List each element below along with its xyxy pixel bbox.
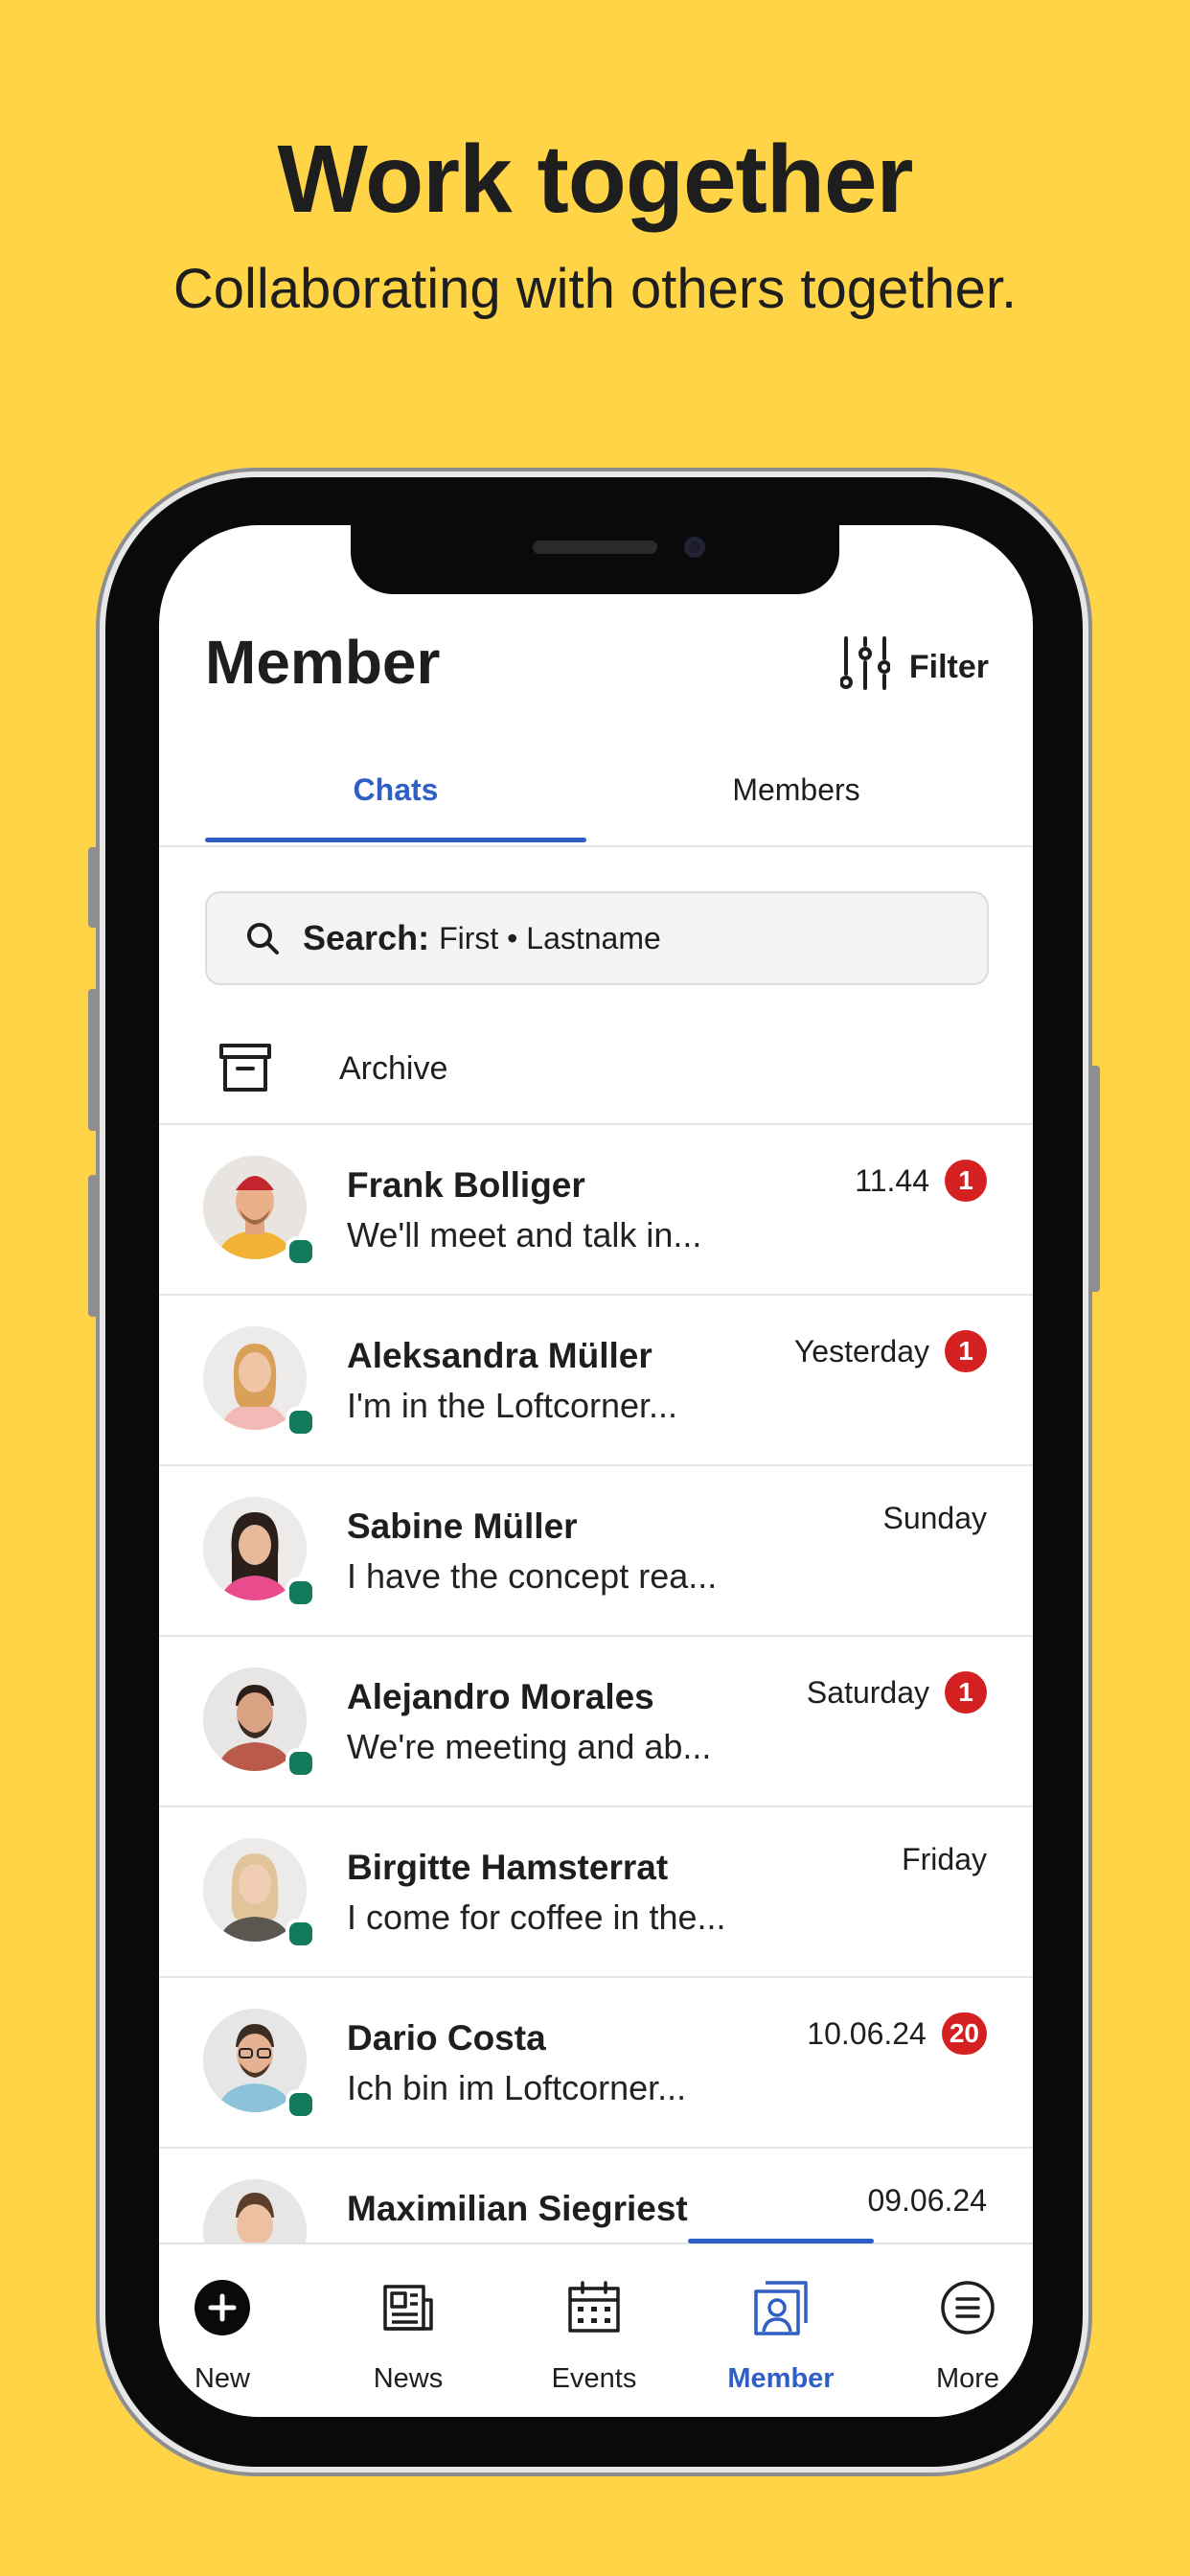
app-screen: Member Filter Chats Members Search: Firs… (159, 525, 1033, 2417)
filter-label: Filter (908, 648, 989, 685)
search-icon (243, 919, 282, 957)
page-title: Member (205, 628, 441, 697)
search-input[interactable]: Search: First • Lastname (205, 891, 989, 985)
search-label: Search: (303, 918, 430, 957)
chat-name: Dario Costa (347, 2018, 546, 2058)
phone-power-button (1090, 1066, 1100, 1292)
online-status-dot (286, 1748, 316, 1779)
members-icon (752, 2279, 810, 2341)
bottom-navigation: New News Events Member More (159, 2239, 1033, 2417)
tab-chats[interactable]: Chats (205, 734, 586, 845)
phone-volume-down-button (88, 1175, 98, 1317)
nav-new[interactable]: New (159, 2244, 309, 2417)
chat-row[interactable]: Alejandro Morales We're meeting and ab..… (159, 1637, 1033, 1807)
hero-subtitle: Collaborating with others together. (172, 258, 1018, 320)
chat-preview: Ich bin im Loftcorner... (347, 2068, 687, 2107)
chat-name: Alejandro Morales (347, 1677, 654, 1716)
chat-time: Saturday (806, 1674, 929, 1710)
unread-badge: 1 (945, 1160, 987, 1202)
sliders-icon (838, 635, 891, 700)
chat-name: Birgitte Hamsterrat (347, 1848, 669, 1887)
phone-volume-up-button (88, 989, 98, 1131)
chat-time: 11.44 (855, 1162, 929, 1198)
active-nav-indicator (688, 2239, 874, 2243)
online-status-dot (286, 1919, 316, 1949)
nav-more[interactable]: More (881, 2244, 1033, 2417)
chat-time: 09.06.24 (867, 2183, 987, 2218)
unread-badge: 1 (945, 1330, 987, 1372)
online-status-dot (286, 1577, 316, 1608)
newspaper-icon (379, 2279, 437, 2341)
archive-row[interactable]: Archive (159, 1016, 1033, 1125)
online-status-dot (286, 2089, 316, 2120)
search-placeholder: First • Lastname (439, 920, 661, 955)
chat-time: Friday (902, 1842, 987, 1876)
phone-side-button (88, 847, 98, 928)
filter-button[interactable]: Filter (838, 635, 989, 696)
tab-bar: Chats Members (159, 734, 1033, 847)
active-tab-indicator (205, 838, 586, 842)
online-status-dot (286, 1236, 316, 1267)
menu-circle-icon (939, 2279, 996, 2341)
chat-name: Frank Bolliger (347, 1165, 585, 1205)
plus-circle-icon (194, 2279, 251, 2341)
nav-label: Events (551, 2363, 637, 2394)
unread-badge: 20 (941, 2012, 987, 2055)
archive-label: Archive (339, 1050, 448, 1087)
chat-preview: We'll meet and talk in... (347, 1215, 702, 1254)
chat-name: Sabine Müller (347, 1506, 578, 1546)
unread-badge: 1 (945, 1671, 987, 1714)
nav-label: News (373, 2363, 444, 2394)
chat-row[interactable]: Birgitte Hamsterrat I come for coffee in… (159, 1807, 1033, 1978)
nav-events[interactable]: Events (508, 2244, 680, 2417)
chat-row[interactable]: Aleksandra Müller I'm in the Loftcorner.… (159, 1296, 1033, 1466)
chat-name: Maximilian Siegriest (347, 2189, 688, 2228)
chat-time: 10.06.24 (807, 2015, 927, 2051)
nav-news[interactable]: News (322, 2244, 494, 2417)
chat-row[interactable]: Sabine Müller I have the concept rea... … (159, 1466, 1033, 1637)
chat-time: Sunday (882, 1501, 987, 1535)
nav-label: More (935, 2363, 1000, 2394)
chat-preview: We're meeting and ab... (347, 1727, 712, 1766)
chat-row[interactable]: Dario Costa Ich bin im Loftcorner... 10.… (159, 1978, 1033, 2149)
chat-preview: I have the concept rea... (347, 1556, 718, 1596)
phone-notch (351, 525, 839, 594)
chat-preview: I come for coffee in the... (347, 1898, 726, 1937)
chat-time: Yesterday (793, 1333, 929, 1368)
nav-member[interactable]: Member (695, 2244, 867, 2417)
chat-list: Frank Bolliger We'll meet and talk in...… (159, 1125, 1033, 2319)
nav-label: Member (727, 2363, 835, 2394)
chat-row[interactable]: Frank Bolliger We'll meet and talk in...… (159, 1125, 1033, 1296)
chat-name: Aleksandra Müller (347, 1336, 652, 1375)
chat-preview: I'm in the Loftcorner... (347, 1386, 678, 1425)
hero-title: Work together (277, 126, 914, 233)
calendar-icon (565, 2279, 623, 2341)
nav-label: New (194, 2363, 250, 2394)
archive-icon (218, 1041, 272, 1099)
online-status-dot (286, 1407, 316, 1438)
tab-members[interactable]: Members (606, 734, 987, 845)
